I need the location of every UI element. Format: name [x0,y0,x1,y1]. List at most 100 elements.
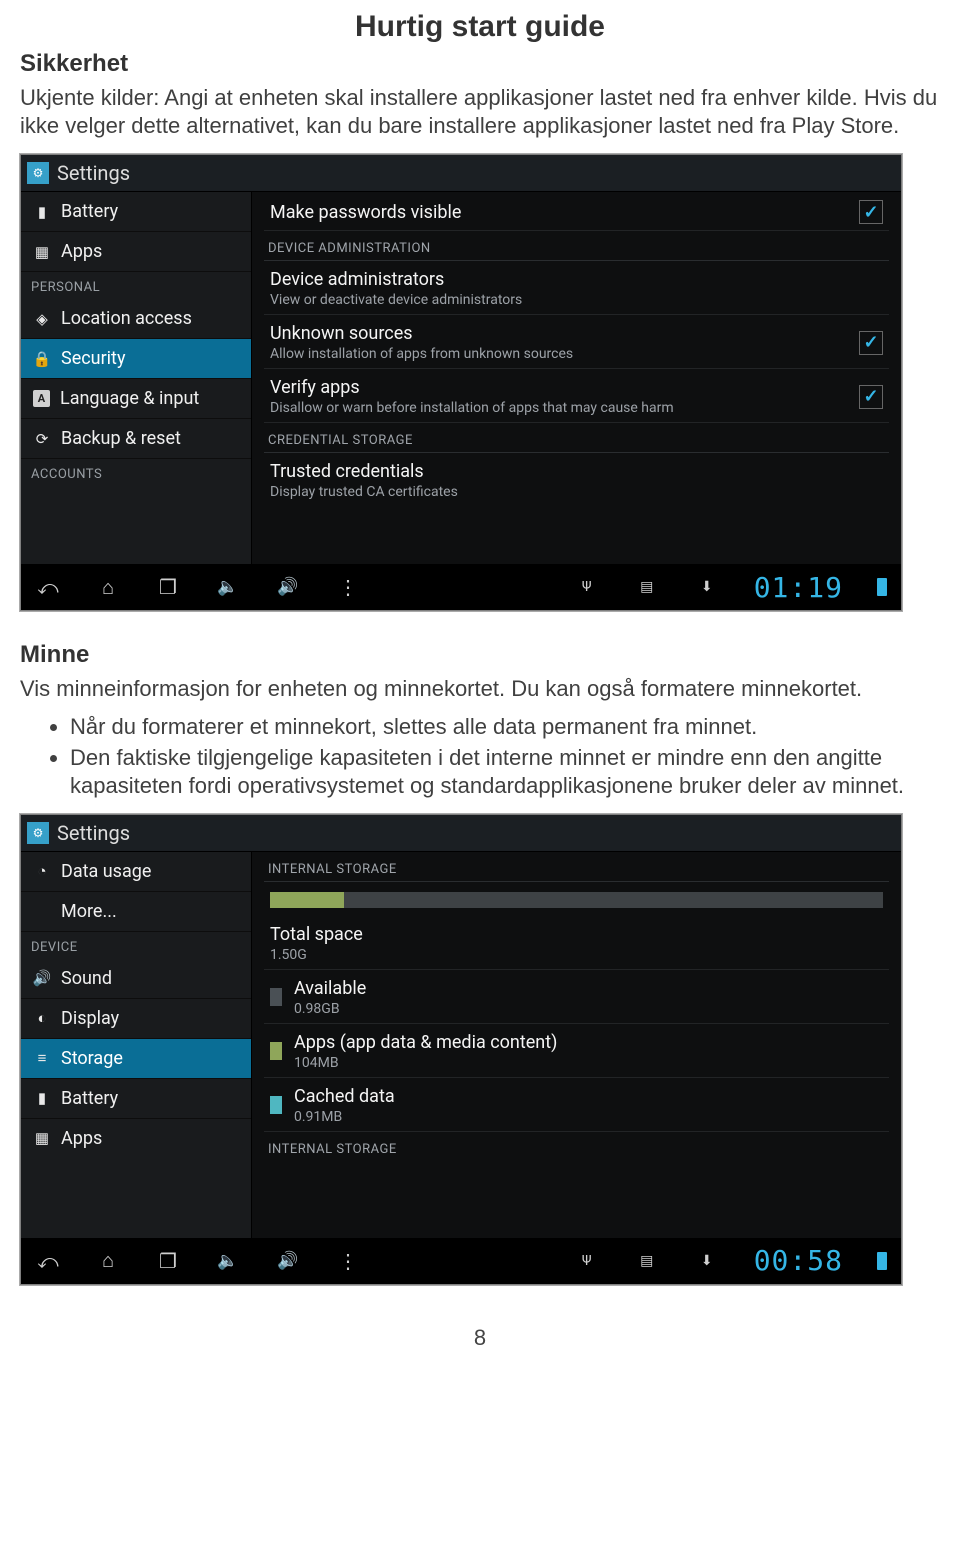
settings-icon: ⚙ [27,822,49,844]
sidebar-section-device: DEVICE [21,932,251,959]
row-title: Cached data [294,1086,883,1107]
battery-icon: ▮ [33,1089,51,1107]
row-device-administrators[interactable]: Device administrators View or deactivate… [264,261,889,315]
row-total-space[interactable]: Total space 1.50G [264,916,889,970]
backup-icon: ⟳ [33,430,51,448]
window-title: Settings [57,161,130,185]
row-subtitle: View or deactivate device administrators [270,292,883,308]
sound-icon: 🔊 [33,969,51,987]
section-minne-heading: Minne [20,641,940,669]
home-icon[interactable]: ⌂ [95,574,121,600]
section-internal-storage: INTERNAL STORAGE [264,852,889,882]
sidebar-item-backup[interactable]: ⟳ Backup & reset [21,419,251,459]
row-value: 1.50G [270,947,883,963]
sidebar-item-more[interactable]: More... [21,892,251,932]
sd-card-icon: ▤ [634,574,660,600]
download-icon: ⬇ [694,1248,720,1274]
row-title: Device administrators [270,269,883,290]
row-apps-storage[interactable]: Apps (app data & media content) 104MB [264,1024,889,1078]
row-title: Available [294,978,883,999]
usb-icon: Ψ [574,574,600,600]
sidebar-label: Backup & reset [61,428,181,449]
volume-down-icon[interactable]: 🔈 [215,1248,241,1274]
row-trusted-credentials[interactable]: Trusted credentials Display trusted CA c… [264,453,889,506]
status-clock: 01:19 [754,571,843,604]
row-value: 104MB [294,1055,883,1071]
sidebar-item-language[interactable]: A Language & input [21,379,251,419]
sidebar-label: Battery [61,201,118,222]
page-number: 8 [20,1325,940,1351]
window-title: Settings [57,821,130,845]
row-title: Unknown sources [270,323,859,344]
sidebar-label: Apps [61,241,102,262]
checkbox-checked-icon[interactable]: ✓ [859,385,883,409]
section-sikkerhet-heading: Sikkerhet [20,50,940,78]
storage-icon: ≡ [33,1049,51,1067]
volume-up-icon[interactable]: 🔊 [275,574,301,600]
menu-dots-icon[interactable]: ⋮ [335,574,361,600]
color-swatch [270,1042,282,1060]
sidebar-item-battery[interactable]: ▮ Battery [21,1079,251,1119]
sidebar-section-accounts: ACCOUNTS [21,459,251,486]
row-cached-data[interactable]: Cached data 0.91MB [264,1078,889,1132]
window-titlebar: ⚙ Settings [21,155,901,192]
more-icon [33,902,51,920]
sidebar-item-battery[interactable]: ▮ Battery [21,192,251,232]
battery-icon: ▮ [33,203,51,221]
sidebar-item-apps[interactable]: ▦ Apps [21,232,251,272]
sidebar-item-apps[interactable]: ▦ Apps [21,1119,251,1158]
checkbox-checked-icon[interactable]: ✓ [859,200,883,224]
settings-sidebar: ◔ Data usage More... DEVICE 🔊 Sound ◐ Di… [21,852,252,1238]
row-unknown-sources[interactable]: Unknown sources Allow installation of ap… [264,315,889,369]
location-icon: ◈ [33,310,51,328]
section-minne-bullets: Når du formaterer et minnekort, slettes … [20,713,940,799]
sidebar-label: More... [61,901,117,922]
row-available[interactable]: Available 0.98GB [264,970,889,1024]
recent-apps-icon[interactable]: ❐ [155,574,181,600]
section-sikkerhet-text: Ukjente kilder: Angi at enheten skal ins… [20,84,940,140]
row-make-passwords-visible[interactable]: Make passwords visible ✓ [264,192,889,231]
storage-bar-used-segment [270,892,344,908]
row-title: Verify apps [270,377,859,398]
section-internal-storage-2: INTERNAL STORAGE [264,1132,889,1161]
menu-dots-icon[interactable]: ⋮ [335,1248,361,1274]
row-title: Make passwords visible [270,202,859,223]
row-value: 0.98GB [294,1001,883,1017]
sidebar-label: Storage [61,1048,123,1069]
sidebar-item-data-usage[interactable]: ◔ Data usage [21,852,251,892]
apps-icon: ▦ [33,243,51,261]
color-swatch [270,988,282,1006]
download-icon: ⬇ [694,574,720,600]
checkbox-checked-icon[interactable]: ✓ [859,331,883,355]
sidebar-item-location[interactable]: ◈ Location access [21,299,251,339]
row-subtitle: Allow installation of apps from unknown … [270,346,859,362]
home-icon[interactable]: ⌂ [95,1248,121,1274]
recent-apps-icon[interactable]: ❐ [155,1248,181,1274]
sidebar-item-storage[interactable]: ≡ Storage [21,1039,251,1079]
sidebar-label: Data usage [61,861,151,882]
sidebar-item-display[interactable]: ◐ Display [21,999,251,1039]
lock-icon: 🔒 [33,350,51,368]
sidebar-item-sound[interactable]: 🔊 Sound [21,959,251,999]
storage-bar-free-segment [344,892,883,908]
back-icon[interactable]: ⤺ [35,1248,61,1274]
sidebar-label: Display [61,1008,119,1029]
settings-content: Make passwords visible ✓ DEVICE ADMINIST… [252,192,901,564]
section-minne-text: Vis minneinformasjon for enheten og minn… [20,675,940,703]
settings-sidebar: ▮ Battery ▦ Apps PERSONAL ◈ Location acc… [21,192,252,564]
system-navbar: ⤺ ⌂ ❐ 🔈 🔊 ⋮ Ψ ▤ ⬇ 01:19 [21,564,901,610]
settings-content: INTERNAL STORAGE Total space 1.50G [252,852,901,1238]
row-title: Apps (app data & media content) [294,1032,883,1053]
apps-icon: ▦ [33,1129,51,1147]
sidebar-label: Battery [61,1088,118,1109]
row-verify-apps[interactable]: Verify apps Disallow or warn before inst… [264,369,889,423]
storage-usage-bar [264,882,889,916]
volume-down-icon[interactable]: 🔈 [215,574,241,600]
volume-up-icon[interactable]: 🔊 [275,1248,301,1274]
back-icon[interactable]: ⤺ [35,574,61,600]
bullet-2: Den faktiske tilgjengelige kapasiteten i… [70,744,940,800]
row-subtitle: Disallow or warn before installation of … [270,400,859,416]
sidebar-item-security[interactable]: 🔒 Security [21,339,251,379]
sidebar-label: Location access [61,308,192,329]
row-title: Total space [270,924,883,945]
